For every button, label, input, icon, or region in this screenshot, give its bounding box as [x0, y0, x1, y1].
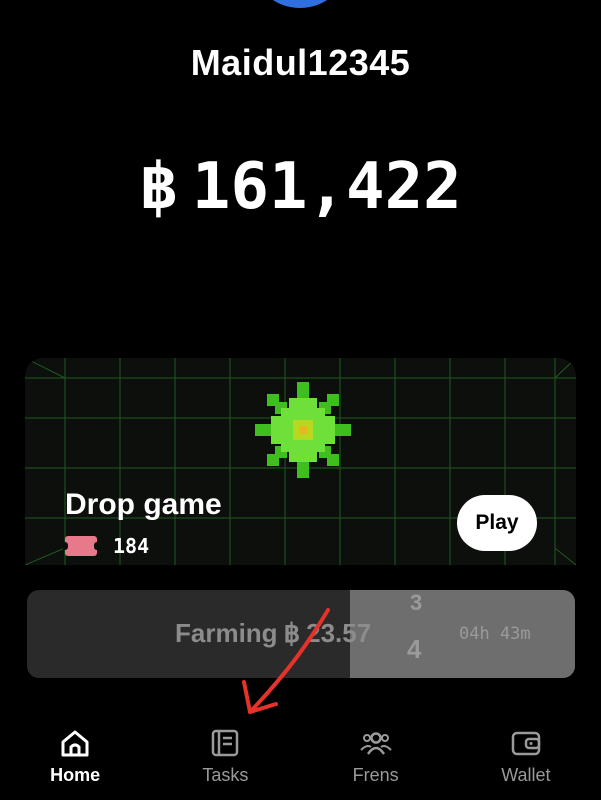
- drop-game-card[interactable]: Drop game 184 Play: [25, 358, 576, 565]
- nav-label: Wallet: [501, 765, 551, 785]
- farming-amount: 23.57: [306, 618, 372, 648]
- ticket-counter: 184: [62, 534, 150, 558]
- farming-time-remaining: 04h 43m: [459, 624, 531, 644]
- play-button[interactable]: Play: [457, 495, 537, 551]
- balance-display: ฿ 161,422: [0, 150, 601, 224]
- username: Maidul12345: [190, 42, 411, 83]
- ticket-icon: [62, 536, 100, 556]
- frens-icon: [359, 732, 392, 755]
- game-title: Drop game: [65, 488, 222, 521]
- balance-amount: 161,422: [191, 150, 462, 224]
- bottom-nav: Home Tasks Frens Wallet: [0, 722, 601, 800]
- tasks-icon: [212, 729, 239, 757]
- farming-status: Farming ฿ 23.57: [175, 618, 371, 649]
- ticket-count: 184: [113, 534, 150, 558]
- currency-symbol: ฿: [139, 150, 178, 224]
- farming-currency-symbol: ฿: [283, 618, 301, 648]
- rolling-digit-bottom: 4: [407, 634, 422, 664]
- wallet-icon: [511, 731, 541, 756]
- farming-label: Farming: [175, 618, 278, 648]
- nav-item-wallet[interactable]: Wallet: [451, 722, 601, 800]
- nav-item-home[interactable]: Home: [0, 722, 150, 800]
- nav-label: Home: [50, 765, 101, 785]
- nav-label: Frens: [352, 765, 399, 785]
- nav-item-tasks[interactable]: Tasks: [150, 722, 300, 800]
- nav-label: Tasks: [202, 765, 249, 785]
- farming-button[interactable]: Farming ฿ 23.57 3 4 04h 43m: [27, 590, 575, 678]
- nav-item-frens[interactable]: Frens: [301, 722, 451, 800]
- home-icon: [61, 730, 89, 757]
- avatar[interactable]: [250, 0, 350, 8]
- rolling-digit-top: 3: [410, 590, 423, 615]
- gem-icon: [255, 382, 351, 478]
